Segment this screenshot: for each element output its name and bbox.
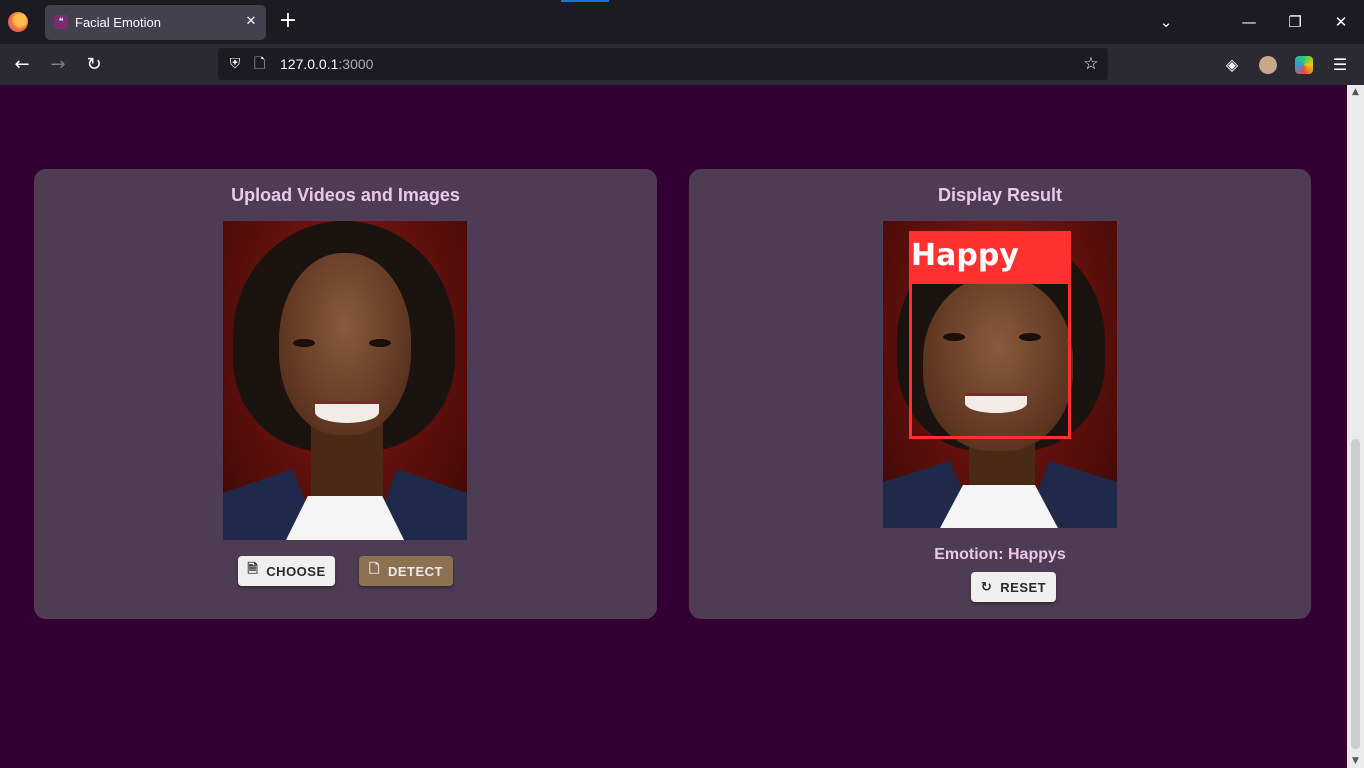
- new-tab-button[interactable]: +: [277, 10, 299, 32]
- scroll-up-arrow-icon[interactable]: ▲: [1347, 85, 1364, 99]
- bookmark-star-icon[interactable]: ☆: [1080, 53, 1102, 75]
- firefox-menu-icon[interactable]: [8, 12, 28, 32]
- detect-button-label: DETECT: [387, 563, 443, 579]
- reset-icon: ↻: [980, 579, 993, 595]
- tab-favicon-icon: ❝: [54, 15, 68, 29]
- browser-tab-facial-emotion[interactable]: ❝ Facial Emotion ✕: [45, 5, 266, 40]
- extension-avatar-icon[interactable]: [1259, 56, 1277, 74]
- address-bar[interactable]: ⛨ 🗋 127.0.0.1:3000 ☆: [218, 48, 1108, 80]
- choose-file-button[interactable]: 🗎 CHOOSE: [238, 556, 335, 586]
- reset-button[interactable]: ↻ RESET: [971, 572, 1056, 602]
- close-window-button[interactable]: ✕: [1329, 10, 1353, 34]
- result-panel-title: Display Result: [937, 185, 1063, 205]
- tab-bar-accent: [561, 0, 609, 2]
- page-scrollbar[interactable]: ▲ ▼: [1347, 85, 1364, 768]
- page-info-icon[interactable]: 🗋: [254, 55, 270, 73]
- extension-colorful-icon[interactable]: [1295, 56, 1313, 74]
- reset-button-label: RESET: [1000, 579, 1047, 595]
- scrollbar-thumb[interactable]: [1351, 439, 1360, 749]
- tab-close-icon[interactable]: ✕: [242, 13, 260, 31]
- browser-tab-bar: ❝ Facial Emotion ✕ + ⌄ — ❐ ✕: [0, 0, 1364, 44]
- app-menu-icon[interactable]: ☰: [1328, 53, 1352, 77]
- emotion-result-text: Emotion: Happys: [934, 546, 1066, 563]
- minimize-window-button[interactable]: —: [1237, 10, 1261, 34]
- file-upload-icon: 🗋: [369, 562, 380, 577]
- reload-button[interactable]: ↻: [82, 53, 106, 77]
- upload-panel-title: Upload Videos and Images: [231, 185, 460, 205]
- detect-button[interactable]: 🗋 DETECT: [359, 556, 453, 586]
- restore-window-button[interactable]: ❐: [1283, 10, 1307, 34]
- pocket-icon[interactable]: ◈: [1220, 53, 1244, 77]
- scroll-down-arrow-icon[interactable]: ▼: [1347, 754, 1364, 768]
- result-image: Happy: [883, 221, 1117, 528]
- tracking-protection-shield-icon[interactable]: ⛨: [226, 55, 244, 73]
- list-all-tabs-icon[interactable]: ⌄: [1154, 10, 1178, 34]
- face-detection-label: Happy: [909, 231, 1071, 281]
- url-text: 127.0.0.1:3000: [280, 56, 373, 72]
- url-port: :3000: [338, 56, 374, 72]
- url-host: 127.0.0.1: [280, 56, 339, 72]
- file-icon: 🗎: [247, 562, 259, 577]
- upload-panel: Upload Videos and Images 🗎 CHOOSE 🗋 DETE…: [34, 169, 657, 619]
- back-button[interactable]: ←: [10, 53, 34, 77]
- result-panel: Display Result Happy Emotion: Happys ↻ R…: [689, 169, 1311, 619]
- face-detection-box: [909, 281, 1071, 439]
- uploaded-image-preview: [223, 221, 467, 540]
- forward-button[interactable]: →: [46, 53, 70, 77]
- browser-nav-bar: ← → ↻ ⛨ 🗋 127.0.0.1:3000 ☆ ◈ ☰: [0, 44, 1364, 85]
- tab-title: Facial Emotion: [75, 15, 161, 30]
- choose-button-label: CHOOSE: [266, 563, 326, 579]
